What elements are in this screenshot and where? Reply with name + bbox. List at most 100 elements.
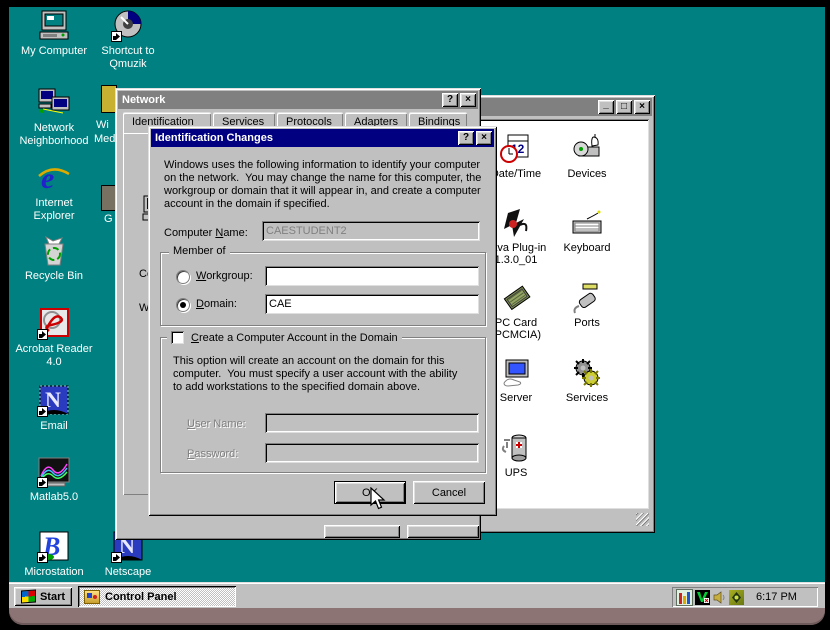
help-button[interactable]: ? [458, 131, 474, 145]
control-panel-window: _ □ × 12 Date/Time Devices Java Plug-in … [470, 95, 655, 533]
control-panel-task-icon [84, 590, 100, 604]
start-button[interactable]: Start [14, 587, 72, 606]
pc-card-icon [500, 282, 532, 314]
ports-icon [571, 282, 603, 314]
workgroup-field[interactable] [265, 266, 479, 286]
desktop-icon-internet-explorer[interactable]: e Internet Explorer [15, 162, 93, 223]
workgroup-label: Workgroup: [196, 270, 253, 282]
cp-item-services[interactable]: Services [552, 357, 622, 404]
server-icon [500, 357, 532, 389]
control-panel-titlebar[interactable]: _ □ × [473, 98, 652, 116]
computer-name-field: CAESTUDENT2 [262, 221, 480, 241]
services-icon [571, 357, 603, 389]
domain-label: Domain: [196, 298, 237, 310]
desktop-icon-email[interactable]: N Email [15, 385, 93, 433]
taskbar: Start Control Panel 6:17 P [9, 583, 825, 608]
network-ok-button[interactable] [324, 525, 400, 538]
create-account-text: This option will create an account on th… [173, 355, 468, 394]
resize-grip[interactable] [636, 513, 649, 526]
dialog-title: Identification Changes [155, 132, 273, 144]
cp-item-keyboard[interactable]: Keyboard [552, 207, 622, 254]
netscape-mail-icon: N [37, 385, 71, 417]
volume-tray-icon[interactable] [712, 590, 727, 605]
desktop-icon-label: Med [94, 133, 115, 145]
recycle-bin-icon [37, 235, 71, 267]
dialog-titlebar[interactable]: Identification Changes ? × [151, 129, 494, 147]
screen-frame: { "colors":{"desktop":"#008080","title_a… [0, 0, 830, 630]
close-button[interactable]: × [460, 93, 476, 107]
user-name-label: User Name: [187, 418, 246, 430]
cp-item-label: Ports [552, 317, 622, 329]
desktop-icon-label: G [104, 213, 113, 225]
desktop-icon-label: Acrobat Reader 4.0 [15, 343, 93, 369]
desktop-icon-label: Internet Explorer [15, 197, 93, 223]
cancel-button[interactable]: Cancel [413, 481, 485, 504]
member-of-group: Member of Workgroup: Domain: CAE [160, 252, 486, 326]
desktop-icon-label: Email [15, 420, 93, 433]
desktop-icon-label: Recycle Bin [15, 270, 93, 283]
network-titlebar[interactable]: Network ? × [118, 91, 478, 109]
control-panel-client: 12 Date/Time Devices Java Plug-in 1.3.0_… [476, 119, 649, 509]
workgroup-radio[interactable] [176, 270, 190, 284]
control-panel-statusbar [476, 511, 649, 527]
computer-name-label: Computer Name: [164, 227, 248, 239]
shortcut-arrow-icon [37, 477, 48, 488]
maximize-button[interactable]: □ [616, 100, 632, 114]
password-label: Password: [187, 448, 238, 460]
minimize-button[interactable]: _ [598, 100, 614, 114]
datetime-icon: 12 [500, 133, 532, 165]
dialog-intro-text: Windows uses the following information t… [164, 159, 486, 211]
keyboard-icon [571, 207, 603, 239]
desktop: My Computer Shortcut to Qmuzik Network N… [9, 7, 825, 608]
shortcut-arrow-icon [37, 329, 48, 340]
shortcut-arrow-icon [37, 552, 48, 563]
close-button[interactable]: × [634, 100, 650, 114]
my-computer-icon [37, 10, 71, 42]
network-cancel-button[interactable] [407, 525, 479, 538]
vshield-tray-icon[interactable] [695, 590, 710, 605]
task-button-control-panel[interactable]: Control Panel [78, 586, 236, 607]
desktop-icon-label: My Computer [15, 45, 93, 58]
domain-radio[interactable] [176, 298, 190, 312]
desktop-icon-recycle-bin[interactable]: Recycle Bin [15, 235, 93, 283]
desktop-icon-qmuzik[interactable]: Shortcut to Qmuzik [89, 10, 167, 71]
shortcut-arrow-icon [111, 31, 122, 42]
tray-clock[interactable]: 6:17 PM [756, 591, 797, 603]
shortcut-arrow-icon [37, 406, 48, 417]
cp-item-ports[interactable]: Ports [552, 282, 622, 329]
matlab-icon [37, 456, 71, 488]
identification-changes-dialog: Identification Changes ? × Windows uses … [148, 126, 497, 516]
create-account-checkbox[interactable] [171, 331, 184, 344]
display-tray-icon[interactable] [729, 590, 744, 605]
create-account-label: Create a Computer Account in the Domain [191, 332, 398, 344]
mouse-cursor [370, 487, 387, 514]
java-plugin-icon [500, 207, 532, 239]
network-title: Network [122, 94, 165, 106]
desktop-icon-my-computer[interactable]: My Computer [15, 10, 93, 58]
desktop-icon-network-neighborhood[interactable]: Network Neighborhood [15, 87, 93, 148]
desktop-icon-acrobat[interactable]: Acrobat Reader 4.0 [15, 308, 93, 369]
internet-explorer-icon: e [37, 162, 71, 194]
help-button[interactable]: ? [442, 93, 458, 107]
desktop-icon-label: Microstation [15, 566, 93, 579]
system-tray: 6:17 PM [672, 587, 818, 607]
monitor-bezel [9, 608, 825, 625]
qmuzik-shortcut-icon [111, 10, 145, 42]
cp-item-label: Keyboard [552, 242, 622, 254]
close-button[interactable]: × [476, 131, 492, 145]
member-of-legend: Member of [169, 245, 230, 257]
svg-text:e: e [41, 162, 54, 194]
ups-icon [500, 432, 532, 464]
windows-logo-icon [21, 589, 36, 603]
desktop-icon-matlab[interactable]: Matlab5.0 [15, 456, 93, 504]
cp-item-label: Devices [552, 168, 622, 180]
cp-item-devices[interactable]: Devices [552, 133, 622, 180]
create-account-row: Create a Computer Account in the Domain [167, 331, 402, 344]
desktop-icon-microstation[interactable]: B Microstation [15, 531, 93, 579]
microstation-icon: B [37, 531, 71, 563]
desktop-icon-label: Wi [96, 119, 109, 131]
system-meter-tray-icon[interactable] [676, 589, 693, 606]
network-neighborhood-icon [37, 87, 71, 119]
desktop-icon-label: Shortcut to Qmuzik [89, 45, 167, 71]
domain-field[interactable]: CAE [265, 294, 479, 314]
